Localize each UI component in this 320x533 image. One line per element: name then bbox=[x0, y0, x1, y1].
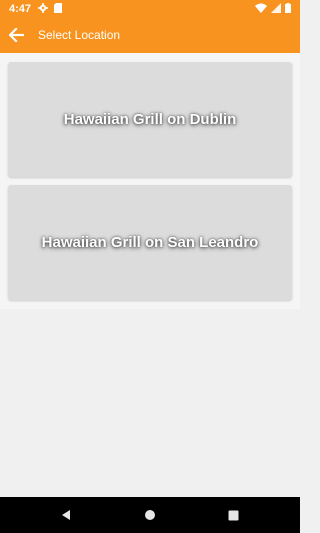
back-triangle-icon bbox=[62, 510, 70, 520]
system-nav-bar bbox=[0, 497, 300, 533]
recents-square-icon bbox=[228, 510, 238, 520]
signal-icon bbox=[271, 3, 281, 13]
page-title: Select Location bbox=[38, 28, 121, 42]
status-time: 4:47 bbox=[9, 3, 32, 15]
wifi-icon bbox=[255, 3, 267, 13]
location-list: Hawaiian Grill on Dublin Hawaiian Grill … bbox=[0, 53, 300, 309]
back-button[interactable] bbox=[6, 24, 28, 46]
gear-icon bbox=[38, 3, 48, 13]
status-icons-left bbox=[38, 3, 62, 13]
arrow-left-icon bbox=[9, 28, 24, 42]
location-card-label: Hawaiian Grill on Dublin bbox=[63, 111, 237, 128]
location-card-san-leandro[interactable]: Hawaiian Grill on San Leandro bbox=[8, 185, 292, 300]
nav-recents-button[interactable] bbox=[213, 497, 253, 533]
home-circle-icon bbox=[145, 510, 155, 520]
location-card-dublin[interactable]: Hawaiian Grill on Dublin bbox=[8, 62, 292, 177]
location-card-label: Hawaiian Grill on San Leandro bbox=[41, 234, 259, 251]
battery-icon bbox=[285, 3, 291, 13]
nav-back-button[interactable] bbox=[46, 497, 86, 533]
status-bar: 4:47 bbox=[0, 0, 300, 18]
top-bar: 4:47 Select Location bbox=[0, 0, 300, 53]
nav-home-button[interactable] bbox=[130, 497, 170, 533]
app-bar: Select Location bbox=[0, 18, 300, 53]
sd-card-icon bbox=[54, 3, 62, 13]
status-icons-right bbox=[255, 3, 291, 13]
